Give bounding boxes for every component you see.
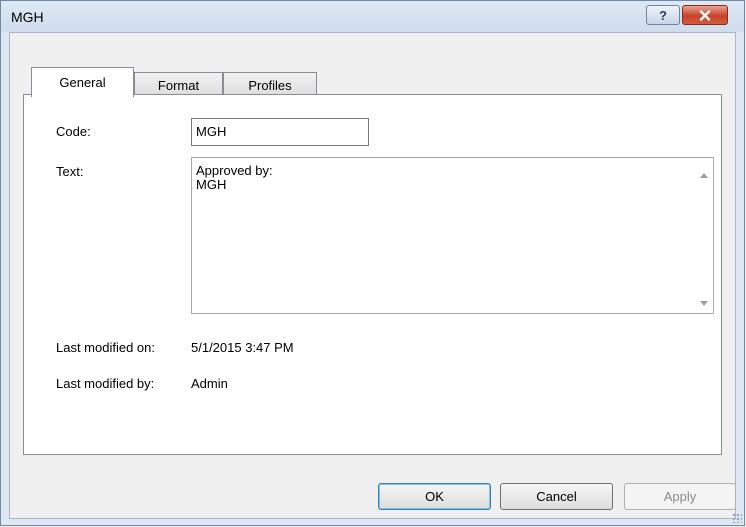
apply-button-label: Apply: [663, 489, 697, 504]
text-textarea-content: Approved by: MGH: [196, 163, 273, 192]
tab-format-label: Format: [157, 78, 200, 93]
last-modified-on-label: Last modified on:: [56, 340, 156, 355]
ok-button[interactable]: OK: [378, 483, 491, 510]
help-icon: ?: [659, 7, 667, 23]
last-modified-on-value: 5/1/2015 3:47 PM: [191, 340, 294, 355]
apply-button[interactable]: Apply: [624, 483, 736, 510]
text-textarea[interactable]: Approved by: MGH: [191, 157, 714, 314]
cancel-button-label: Cancel: [536, 489, 577, 504]
tab-general-label: General: [59, 75, 106, 90]
resize-grip-icon[interactable]: [732, 513, 742, 523]
scroll-down-arrow-icon[interactable]: [700, 301, 708, 306]
last-modified-by-label: Last modified by:: [56, 376, 155, 391]
tab-profiles-label: Profiles: [248, 78, 292, 93]
ok-button-label: OK: [425, 489, 444, 504]
text-label: Text:: [56, 164, 84, 179]
text-scrollbar[interactable]: [696, 158, 713, 313]
close-button[interactable]: [682, 5, 728, 25]
scroll-up-arrow-icon[interactable]: [700, 173, 708, 178]
code-label: Code:: [56, 124, 91, 139]
last-modified-by-value: Admin: [191, 376, 228, 391]
title-bar[interactable]: MGH ?: [1, 1, 744, 32]
help-button[interactable]: ?: [646, 5, 680, 25]
window-title: MGH: [11, 9, 44, 25]
tab-general[interactable]: General: [31, 67, 134, 97]
cancel-button[interactable]: Cancel: [500, 483, 613, 510]
close-icon: [699, 9, 711, 21]
code-input[interactable]: MGH: [191, 118, 369, 146]
